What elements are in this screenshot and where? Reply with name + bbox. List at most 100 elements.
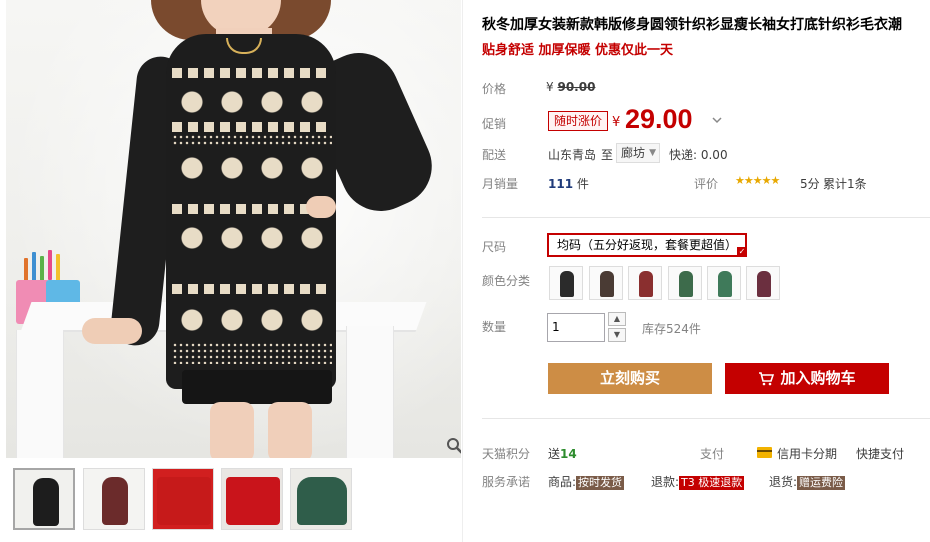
promo-label: 促销 [482,117,507,131]
monthly-sales-label: 月销量 [482,177,519,191]
swatch-dress-image [639,271,653,297]
thumbnail-dress [297,477,347,525]
review-count-link[interactable]: 累计1条 [823,175,867,192]
product-title: 秋冬加厚女装新款韩版修身圆领针织衫显瘦长袖女打底针织衫毛衣潮 [482,17,902,33]
thumbnail[interactable] [152,468,214,530]
thumbnail[interactable] [290,468,352,530]
promise-prefix: 商品: [548,475,577,489]
service-promise-item[interactable]: 商品: 按时发货 [548,473,625,490]
promise-tag: T3 极速退款 [679,476,745,490]
quantity-label: 数量 [482,320,507,334]
currency-symbol: ¥ [546,80,554,94]
price-label: 价格 [482,82,507,96]
knit-pattern-band [172,284,332,294]
buy-now-button[interactable]: 立刻购买 [548,363,712,394]
model-hand [82,318,142,344]
rating-stars: ★★★★★ [735,174,780,187]
dropdown-arrow-icon: ▼ [649,148,656,158]
thumbnail-dress [102,477,128,525]
monthly-sales-unit: 件 [576,177,589,191]
thumbnail-dress [157,477,211,525]
model-leg [210,402,254,458]
ship-to-value: 廊坊 [621,146,646,160]
payment-label: 支付 [700,447,725,461]
size-option-label: 均码（五分好返现，套餐更超值） [557,238,738,252]
ship-to-prefix: 至 [601,148,614,162]
table-leg [16,330,64,458]
credit-card-icon [757,447,772,458]
promise-prefix: 退款: [651,475,680,489]
promise-tag: 按时发货 [576,476,625,490]
quantity-input[interactable]: 1 [547,313,605,342]
sweater-hem [182,370,332,404]
points-prefix: 送 [548,447,561,461]
original-price: ¥ 90.00 [546,80,595,94]
rating-label: 评价 [694,177,719,191]
chevron-down-icon[interactable] [712,116,722,124]
add-to-cart-button[interactable]: 加入购物车 [725,363,889,394]
thumbnail[interactable] [221,468,283,530]
thumbnail-dress [226,477,280,525]
knit-pattern-band [172,148,332,188]
model-hand [306,196,336,218]
quantity-decrease-button[interactable]: ▼ [608,328,626,342]
cart-icon [759,371,775,385]
section-divider [482,418,930,419]
quantity-increase-button[interactable]: ▲ [608,312,626,326]
color-swatch[interactable] [549,266,583,300]
service-promise-item[interactable]: 退货: 赠运费险 [769,473,846,490]
chevron-down-icon: ▼ [613,330,621,339]
size-option-selected[interactable]: 均码（五分好返现，套餐更超值） ✓ [547,233,748,257]
monthly-sales-count: 111 [548,177,574,191]
thumbnail[interactable] [13,468,75,530]
promo-tag: 随时涨价 [548,111,609,131]
knit-pattern-band [172,68,332,78]
currency-symbol: ¥ [612,115,621,130]
tmall-points-label: 天猫积分 [482,447,531,461]
swatch-dress-image [560,271,574,297]
swatch-dress-image [757,271,771,297]
promise-tag: 赠运费险 [797,476,846,490]
knit-pattern-band [172,82,332,118]
thumbnail-strip [6,466,461,536]
knit-pattern-band [172,300,332,338]
ship-from: 山东青岛 [548,148,597,162]
size-label: 尺码 [482,240,507,254]
ship-to-select[interactable]: 廊坊 ▼ [616,143,660,163]
section-divider [482,217,930,218]
shipping-fee: 快递: 0.00 [669,148,728,162]
color-label: 颜色分类 [482,274,531,288]
shipping-label: 配送 [482,148,507,162]
color-swatch[interactable] [628,266,662,300]
original-price-value: 90.00 [557,80,596,94]
add-to-cart-label: 加入购物车 [780,369,856,387]
column-divider [462,0,463,542]
knit-pattern-band [172,342,332,364]
thumbnail[interactable] [83,468,145,530]
knit-pattern-band [172,218,332,256]
pencil [32,252,36,282]
color-swatch[interactable] [746,266,780,300]
chevron-up-icon: ▲ [613,314,621,323]
swatch-dress-image [600,271,614,297]
thumbnail-dress [33,478,59,526]
stock-count: 库存524件 [642,322,701,336]
zoom-icon[interactable] [446,437,461,455]
model-leg [268,402,312,458]
color-swatch[interactable] [668,266,702,300]
pencil [48,250,52,280]
color-swatch[interactable] [707,266,741,300]
knit-pattern-band [172,122,332,132]
tmall-points: 送14 [548,445,577,462]
points-value: 14 [560,447,577,461]
credit-card-installment[interactable]: 信用卡分期 [777,445,837,462]
main-product-image[interactable] [6,0,461,458]
current-price: 29.00 [625,104,693,134]
express-payment[interactable]: 快捷支付 [856,445,904,462]
checkmark-icon: ✓ [737,247,748,257]
promise-prefix: 退货: [769,475,798,489]
monthly-sales: 111 件 [548,175,589,192]
service-promise-item[interactable]: 退款: T3 极速退款 [651,473,745,490]
product-subtitle: 贴身舒适 加厚保暖 优惠仅此一天 [482,43,674,58]
color-swatch[interactable] [589,266,623,300]
